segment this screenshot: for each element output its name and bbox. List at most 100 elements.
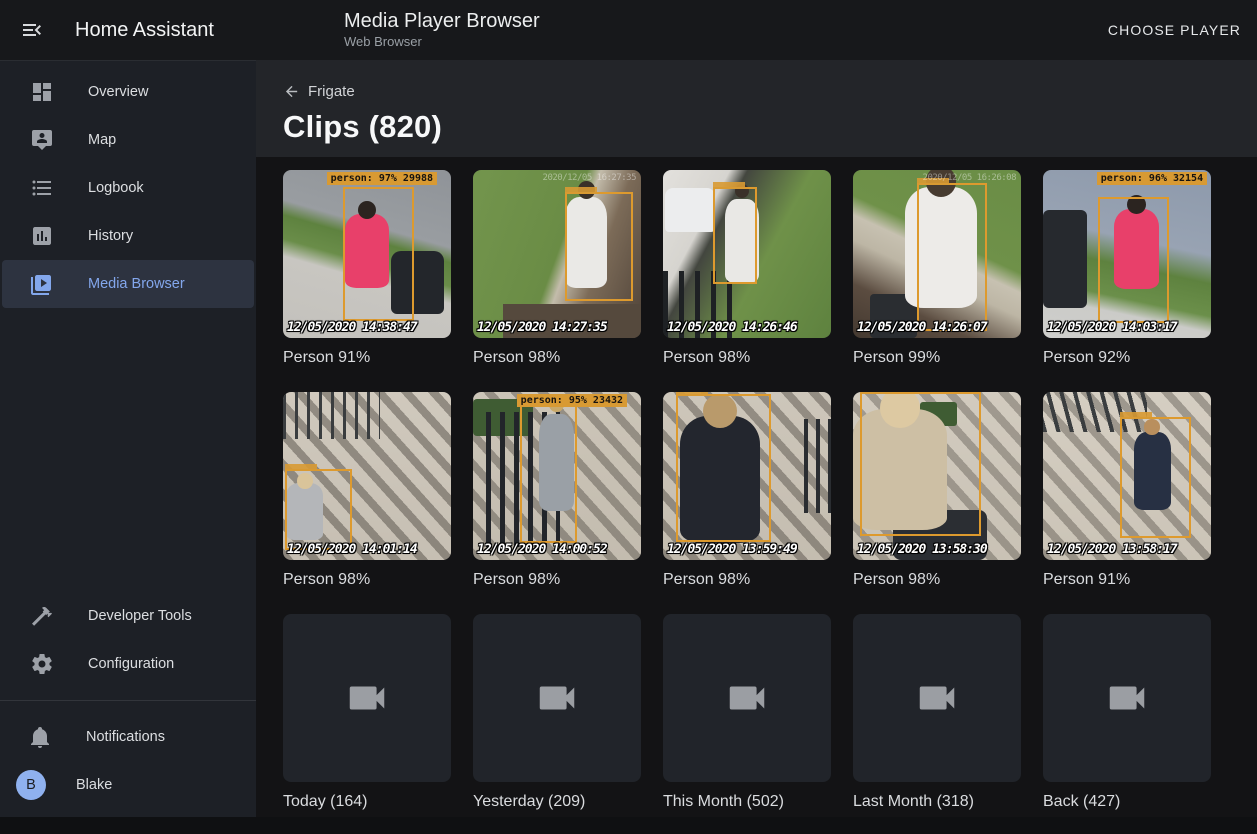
- clip-caption: Person 98%: [283, 560, 451, 612]
- detection-bbox: [860, 392, 981, 536]
- clip-thumbnail: person: 97% 29988 12/05/2020 14:38:47: [283, 170, 451, 338]
- video-camera-icon: [724, 675, 770, 721]
- detection-bbox: [1098, 197, 1169, 323]
- timestamp-overlay: 12/05/2020 14:26:46: [667, 320, 797, 335]
- menu-open-icon: [20, 18, 44, 42]
- sidebar-nav: Overview Map Logbook History Media Brows…: [0, 61, 256, 308]
- video-camera-icon: [914, 675, 960, 721]
- clip-caption: Person 91%: [283, 338, 451, 390]
- camera-osd-timestamp: 2020/12/05 16:26:08: [923, 173, 1016, 183]
- clip-item[interactable]: 12/05/2020 14:01:14 Person 98%: [283, 392, 451, 612]
- folder-item-this-month-502[interactable]: This Month (502): [663, 614, 831, 834]
- sidebar-item-developer-tools[interactable]: Developer Tools: [2, 592, 254, 640]
- sidebar-tools-nav: Developer Tools Configuration: [0, 585, 256, 688]
- app-title: Home Assistant: [75, 19, 214, 42]
- sidebar-item-label: Notifications: [86, 729, 165, 745]
- clip-item[interactable]: person: 95% 23432 12/05/2020 14:00:52 Pe…: [473, 392, 641, 612]
- clip-item[interactable]: 12/05/2020 13:58:17 Person 91%: [1043, 392, 1211, 612]
- sidebar-item-label: Logbook: [88, 180, 144, 196]
- sidebar-item-label: Media Browser: [88, 276, 185, 292]
- chart-box-icon: [30, 224, 54, 248]
- hammer-icon: [30, 604, 54, 628]
- sidebar-item-media-browser[interactable]: Media Browser: [2, 260, 254, 308]
- detection-label: person: 96% 32154: [1097, 172, 1207, 185]
- clip-thumbnail: person: 96% 32154 12/05/2020 14:03:17: [1043, 170, 1211, 338]
- timestamp-overlay: 12/05/2020 13:58:17: [1047, 542, 1177, 557]
- folder-item-last-month-318[interactable]: Last Month (318): [853, 614, 1021, 834]
- clip-caption: Person 98%: [853, 560, 1021, 612]
- timestamp-overlay: 12/05/2020 13:59:49: [667, 542, 797, 557]
- breadcrumb-label: Frigate: [308, 83, 355, 100]
- timestamp-overlay: 12/05/2020 14:27:35: [477, 320, 607, 335]
- folder-label: Back (427): [1043, 782, 1211, 834]
- folder-card: [473, 614, 641, 782]
- timestamp-overlay: 12/05/2020 13:58:30: [857, 542, 987, 557]
- detection-bbox: [565, 192, 632, 301]
- detection-bbox: [343, 187, 414, 321]
- folder-card: [853, 614, 1021, 782]
- folder-label: Today (164): [283, 782, 451, 834]
- sidebar-item-overview[interactable]: Overview: [2, 68, 254, 116]
- user-name: Blake: [76, 777, 112, 793]
- folder-item-back-427[interactable]: Back (427): [1043, 614, 1211, 834]
- tooltip-account-icon: [30, 128, 54, 152]
- folder-label: This Month (502): [663, 782, 831, 834]
- topbar-left: Home Assistant: [0, 8, 256, 52]
- camera-osd-timestamp: 2020/12/05 16:27:35: [543, 173, 636, 183]
- clip-item[interactable]: 12/05/2020 13:59:49 Person 98%: [663, 392, 831, 612]
- content-header: Frigate Clips (820): [256, 60, 1257, 157]
- detection-label: person: 97% 29988: [327, 172, 437, 185]
- format-list-bulleted-icon: [30, 176, 54, 200]
- clip-caption: Person 98%: [473, 560, 641, 612]
- arrow-left-icon: [283, 83, 300, 100]
- timestamp-overlay: 12/05/2020 14:01:14: [287, 542, 417, 557]
- folder-item-yesterday-209[interactable]: Yesterday (209): [473, 614, 641, 834]
- breadcrumb[interactable]: Frigate: [283, 60, 355, 100]
- panel-title-block: Media Player Browser Web Browser: [344, 10, 540, 50]
- clip-item[interactable]: person: 97% 29988 12/05/2020 14:38:47 Pe…: [283, 170, 451, 390]
- clip-thumbnail: 12/05/2020 13:58:17: [1043, 392, 1211, 560]
- top-app-bar: Home Assistant Media Player Browser Web …: [0, 0, 1257, 60]
- detection-bbox: [520, 405, 577, 543]
- clip-thumbnail: 12/05/2020 14:26:46: [663, 170, 831, 338]
- sidebar-item-history[interactable]: History: [2, 212, 254, 260]
- video-camera-icon: [344, 675, 390, 721]
- bell-icon: [28, 725, 52, 749]
- sidebar-item-logbook[interactable]: Logbook: [2, 164, 254, 212]
- folder-item-today-164[interactable]: Today (164): [283, 614, 451, 834]
- clip-caption: Person 91%: [1043, 560, 1211, 612]
- page-title: Clips (820): [283, 109, 1257, 145]
- panel-subtitle: Web Browser: [344, 35, 540, 50]
- folder-card: [1043, 614, 1211, 782]
- cog-icon: [30, 652, 54, 676]
- clip-caption: Person 98%: [663, 560, 831, 612]
- choose-player-button[interactable]: CHOOSE PLAYER: [1092, 12, 1257, 48]
- sidebar-item-map[interactable]: Map: [2, 116, 254, 164]
- sidebar-item-profile[interactable]: B Blake: [0, 761, 256, 809]
- detection-bbox: [713, 187, 757, 284]
- sidebar-item-notifications[interactable]: Notifications: [0, 713, 256, 761]
- detection-bbox: [1120, 417, 1191, 538]
- clip-item[interactable]: 12/05/2020 13:58:30 Person 98%: [853, 392, 1021, 612]
- clip-thumbnail: 2020/12/05 16:26:08 12/05/2020 14:26:07: [853, 170, 1021, 338]
- media-browser-content: Frigate Clips (820) person: 97% 29988 12…: [256, 60, 1257, 817]
- folder-label: Last Month (318): [853, 782, 1021, 834]
- sidebar-toggle-button[interactable]: [10, 8, 54, 52]
- clip-thumbnail: 12/05/2020 13:58:30: [853, 392, 1021, 560]
- clip-item[interactable]: 2020/12/05 16:27:35 12/05/2020 14:27:35 …: [473, 170, 641, 390]
- sidebar-item-configuration[interactable]: Configuration: [2, 640, 254, 688]
- timestamp-overlay: 12/05/2020 14:38:47: [287, 320, 417, 335]
- scene-prop: [283, 392, 380, 439]
- timestamp-overlay: 12/05/2020 14:03:17: [1047, 320, 1177, 335]
- clip-item[interactable]: person: 96% 32154 12/05/2020 14:03:17 Pe…: [1043, 170, 1211, 390]
- timestamp-overlay: 12/05/2020 14:00:52: [477, 542, 607, 557]
- video-camera-icon: [534, 675, 580, 721]
- clip-item[interactable]: 2020/12/05 16:26:08 12/05/2020 14:26:07 …: [853, 170, 1021, 390]
- clip-item[interactable]: 12/05/2020 14:26:46 Person 98%: [663, 170, 831, 390]
- sidebar-item-label: Configuration: [88, 656, 174, 672]
- view-dashboard-icon: [30, 80, 54, 104]
- folder-card: [663, 614, 831, 782]
- sidebar-item-label: History: [88, 228, 133, 244]
- sidebar-divider: [0, 700, 256, 701]
- detection-bbox: [676, 394, 770, 542]
